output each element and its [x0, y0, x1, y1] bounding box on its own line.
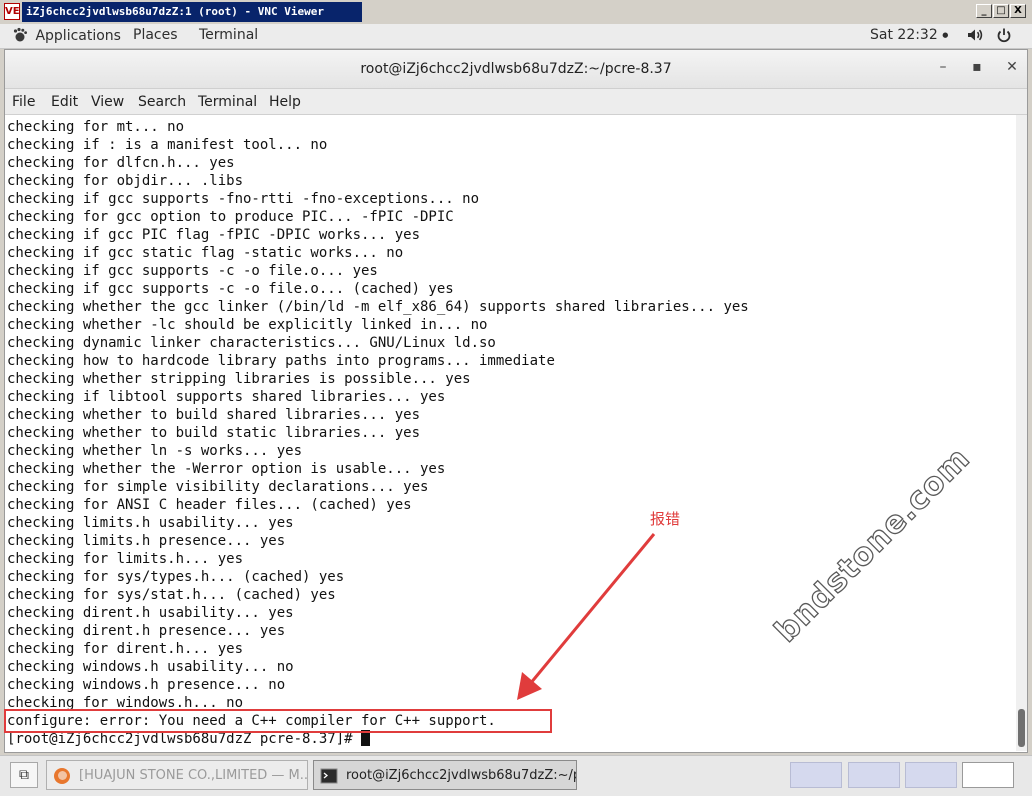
firefox-icon: [54, 768, 70, 784]
taskbar-firefox-button[interactable]: [HUAJUN STONE CO.,LIMITED — M...: [46, 760, 308, 790]
terminal-icon: [320, 768, 338, 784]
workspace-2[interactable]: [848, 762, 900, 788]
taskbar: ⧉ [HUAJUN STONE CO.,LIMITED — M... root@…: [0, 755, 1032, 796]
workspace-4[interactable]: [962, 762, 1014, 788]
taskbar-terminal-button[interactable]: root@iZj6chcc2jvdlwsb68u7dzZ:~/p...: [313, 760, 577, 790]
show-desktop-button[interactable]: ⧉: [10, 762, 38, 788]
taskbar-firefox-label: [HUAJUN STONE CO.,LIMITED — M...: [79, 768, 308, 783]
workspace-1[interactable]: [790, 762, 842, 788]
taskbar-terminal-label: root@iZj6chcc2jvdlwsb68u7dzZ:~/p...: [346, 768, 577, 783]
workspace-3[interactable]: [905, 762, 957, 788]
annotation-arrow-icon: [517, 533, 656, 700]
